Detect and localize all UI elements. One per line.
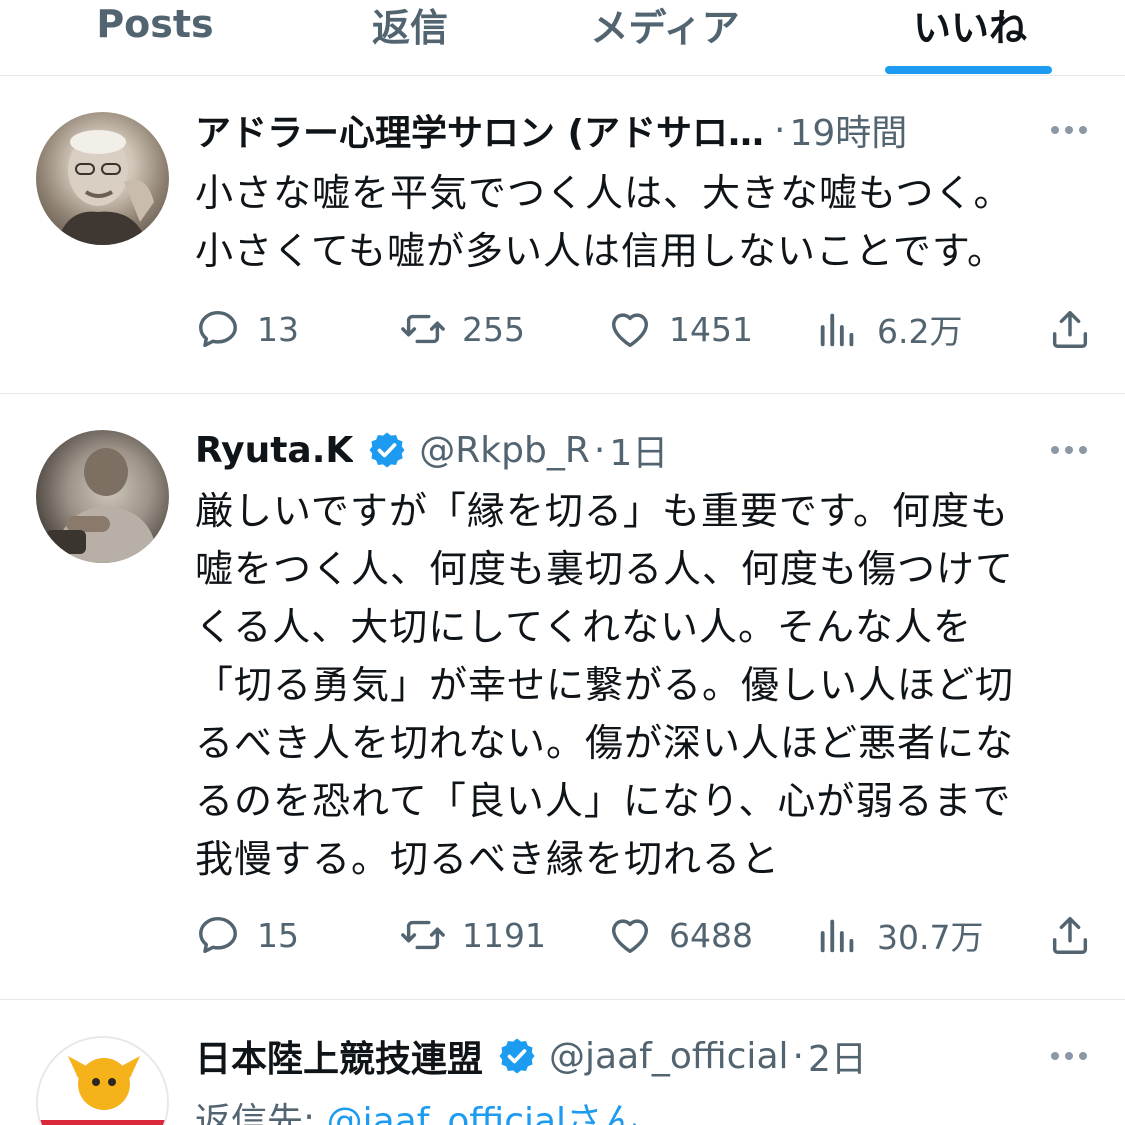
- reply-to-prefix: 返信先:: [195, 1101, 327, 1125]
- like-icon: [611, 313, 649, 348]
- post-text-line: 小さな嘘を平気でつく人は、大きな嘘もつく。: [195, 171, 1013, 215]
- post-item[interactable]: アドラー心理学サロン (アドサロ… · 19時間 小さな嘘を平気でつく人は、大き…: [0, 76, 1125, 394]
- post-actions: 15 1191 6488 30.7万: [195, 910, 1095, 960]
- reply-button[interactable]: 15: [195, 910, 299, 960]
- tab-posts[interactable]: Posts: [40, 0, 270, 74]
- like-count: 6488: [669, 915, 753, 955]
- repost-button[interactable]: 255: [400, 304, 525, 354]
- more-icon[interactable]: [1043, 422, 1095, 478]
- reply-icon: [199, 916, 237, 954]
- share-button[interactable]: [1045, 304, 1095, 354]
- avatar[interactable]: [36, 1036, 169, 1125]
- post-actions: 13 255 1451 6.2万: [195, 304, 1095, 354]
- repost-icon: [401, 314, 445, 344]
- tab-media[interactable]: メディア: [550, 0, 780, 74]
- post-header: Ryuta.K @Rkpb_R · 1日: [195, 422, 1095, 478]
- post-time[interactable]: 19時間: [789, 104, 907, 156]
- post-time[interactable]: 1日: [609, 424, 668, 476]
- share-button[interactable]: [1045, 910, 1095, 960]
- tab-likes[interactable]: いいね: [870, 0, 1070, 74]
- post-text-line: くる人、大切にしてくれない人。そんな人を: [195, 605, 972, 649]
- verified-badge-icon: [369, 432, 405, 468]
- separator-dot: ·: [593, 429, 606, 471]
- avatar[interactable]: [36, 430, 169, 563]
- post-text-line: るべき人を切れない。傷が深い人ほど悪者にな: [195, 721, 1015, 765]
- reply-to-handle-link[interactable]: @jaaf_official: [327, 1101, 566, 1125]
- views-count: 30.7万: [877, 918, 984, 957]
- avatar[interactable]: [36, 112, 169, 245]
- post-header: 日本陸上競技連盟 @jaaf_official · 2日: [195, 1028, 1095, 1084]
- verified-badge-icon: [499, 1038, 535, 1074]
- share-icon: [1052, 916, 1088, 954]
- repost-button[interactable]: 1191: [400, 910, 546, 960]
- avatar-image: [46, 448, 158, 563]
- views-button[interactable]: 6.2万: [815, 304, 962, 354]
- post-body: 厳しいですが「縁を切る」も重要です。何度も 嘘をつく人、何度も裏切る人、何度も傷…: [195, 482, 1095, 888]
- post-text-line: 嘘をつく人、何度も裏切る人、何度も傷つけて: [195, 547, 1015, 591]
- reply-to-line: 返信先: @jaaf_officialさん: [195, 1092, 638, 1125]
- post-text-line: るのを恐れて「良い人」になり、心が弱るまで: [195, 779, 1012, 823]
- post-text-line: 「切る勇気」が幸せに繋がる。優しい人ほど切: [195, 663, 1015, 707]
- more-icon[interactable]: [1043, 102, 1095, 158]
- share-icon: [1052, 310, 1088, 348]
- active-tab-indicator: [885, 66, 1052, 74]
- post-body: 小さな嘘を平気でつく人は、大きな嘘もつく。 小さくても嘘が多い人は信用しないこと…: [195, 164, 1095, 280]
- views-count: 6.2万: [877, 312, 963, 351]
- reply-button[interactable]: 13: [195, 304, 299, 354]
- views-icon: [820, 313, 854, 347]
- author-handle[interactable]: @Rkpb_R: [419, 430, 590, 471]
- separator-dot: ·: [774, 109, 786, 151]
- author-handle[interactable]: @jaaf_official: [549, 1036, 788, 1077]
- views-button[interactable]: 30.7万: [815, 910, 983, 960]
- reply-count: 13: [257, 309, 299, 349]
- reply-count: 15: [257, 915, 299, 955]
- author-name[interactable]: Ryuta.K: [195, 430, 353, 471]
- tab-replies[interactable]: 返信: [300, 0, 520, 74]
- repost-count: 255: [462, 309, 525, 349]
- separator-dot: ·: [792, 1035, 804, 1077]
- post-item[interactable]: 日本陸上競技連盟 @jaaf_official · 2日 返信先: @jaaf_…: [0, 1000, 1125, 1125]
- more-icon[interactable]: [1043, 1028, 1095, 1084]
- post-text-line: 厳しいですが「縁を切る」も重要です。何度も: [195, 489, 1010, 533]
- post-item[interactable]: Ryuta.K @Rkpb_R · 1日 厳しいですが「縁を切る」も重要です。何…: [0, 394, 1125, 1000]
- avatar-image: [56, 130, 154, 245]
- like-button[interactable]: 6488: [607, 910, 753, 960]
- profile-tabs: Posts 返信 メディア いいね: [0, 0, 1125, 76]
- repost-count: 1191: [462, 915, 546, 955]
- like-icon: [611, 919, 649, 954]
- reply-to-suffix: さん: [566, 1101, 639, 1125]
- like-button[interactable]: 1451: [607, 304, 753, 354]
- repost-icon: [401, 920, 445, 950]
- like-count: 1451: [669, 309, 753, 349]
- post-text-line: 小さくても嘘が多い人は信用しないことです。: [195, 229, 1007, 273]
- author-name[interactable]: アドラー心理学サロン (アドサロ…: [195, 104, 764, 156]
- reply-icon: [199, 310, 237, 348]
- author-name[interactable]: 日本陸上競技連盟: [195, 1030, 483, 1082]
- post-text-line: 我慢する。切るべき縁を切れると: [195, 837, 781, 881]
- views-icon: [820, 919, 854, 953]
- post-time[interactable]: 2日: [808, 1030, 867, 1082]
- avatar-image: [38, 1056, 167, 1125]
- post-header: アドラー心理学サロン (アドサロ… · 19時間: [195, 102, 1095, 158]
